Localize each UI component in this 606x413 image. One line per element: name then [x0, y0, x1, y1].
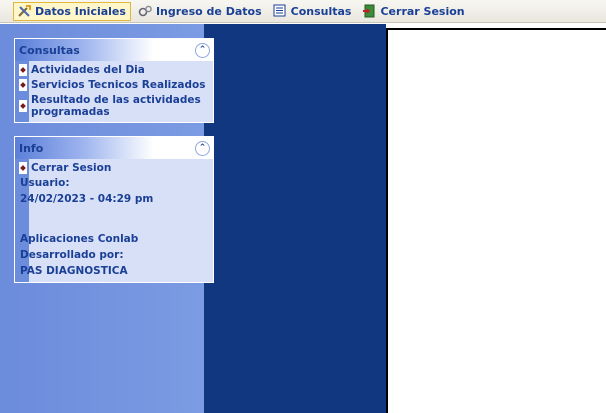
- panel-title: Info: [19, 141, 44, 155]
- exit-icon: [362, 4, 377, 18]
- gears-icon: [138, 4, 153, 18]
- menu-label: Ingreso de Datos: [155, 4, 262, 18]
- menu-label: Datos Iniciales: [35, 4, 126, 18]
- tools-icon: [17, 4, 32, 18]
- developer-name: PAS DIAGNOSTICA: [20, 265, 128, 277]
- bullet-icon: [19, 100, 27, 112]
- link-label: Servicios Tecnicos Realizados: [31, 79, 206, 91]
- consultas-panel-body: Actividades del Dia Servicios Tecnicos R…: [15, 61, 213, 122]
- info-panel: Info ⌃ Cerrar Sesion Usuario: 24/02/2023…: [14, 136, 214, 283]
- developed-by-label: Desarrollado por:: [20, 249, 124, 261]
- menu-ingreso-de-datos[interactable]: Ingreso de Datos: [135, 2, 266, 21]
- datetime-text: 24/02/2023 - 04:29 pm: [20, 193, 154, 205]
- user-label: Usuario:: [20, 177, 70, 189]
- link-actividades-del-dia[interactable]: Actividades del Dia: [15, 64, 213, 76]
- link-label: Resultado de las actividades programadas: [31, 94, 201, 118]
- link-cerrar-sesion[interactable]: Cerrar Sesion: [15, 162, 213, 174]
- navy-separator-pane: [204, 24, 386, 413]
- bullet-icon: [19, 79, 27, 91]
- consultas-panel-header: Consultas ⌃: [15, 39, 213, 61]
- menu-cerrar-sesion[interactable]: Cerrar Sesion: [359, 2, 468, 21]
- menu-datos-iniciales[interactable]: Datos Iniciales: [13, 1, 131, 21]
- app-name-text: Aplicaciones Conlab: [20, 233, 139, 245]
- main-content-frame: [386, 28, 606, 413]
- info-panel-body: Cerrar Sesion Usuario: 24/02/2023 - 04:2…: [15, 159, 213, 282]
- bullet-icon: [19, 162, 27, 174]
- link-servicios-tecnicos[interactable]: Servicios Tecnicos Realizados: [15, 79, 213, 91]
- panel-title: Consultas: [19, 43, 80, 57]
- bullet-icon: [19, 64, 27, 76]
- link-resultado-actividades[interactable]: Resultado de las actividades programadas: [15, 94, 213, 118]
- top-menu-bar: Datos Iniciales Ingreso de Datos Consult…: [0, 0, 606, 23]
- link-label: Cerrar Sesion: [31, 162, 112, 174]
- link-label: Actividades del Dia: [31, 64, 145, 76]
- info-panel-header: Info ⌃: [15, 137, 213, 159]
- consultas-panel: Consultas ⌃ Actividades del Dia Servicio…: [14, 38, 214, 123]
- list-icon: [273, 4, 288, 18]
- menu-label: Cerrar Sesion: [380, 4, 465, 18]
- menu-consultas[interactable]: Consultas: [270, 2, 356, 21]
- collapse-chevron-icon[interactable]: ⌃: [195, 42, 210, 58]
- collapse-chevron-icon[interactable]: ⌃: [195, 140, 210, 156]
- menu-label: Consultas: [290, 4, 352, 18]
